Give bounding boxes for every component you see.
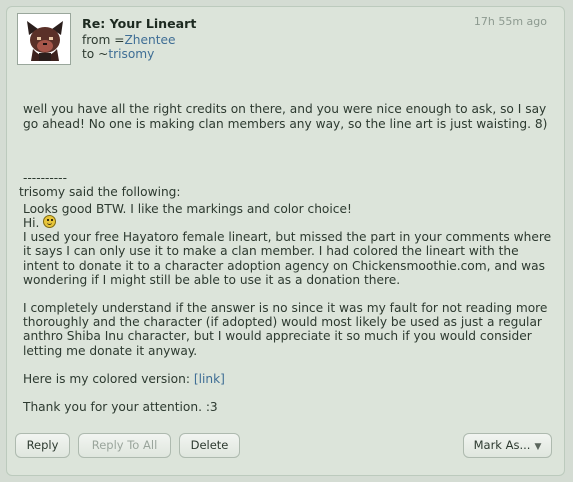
message-body: well you have all the right credits on t… [23, 74, 553, 230]
quoted-header: trisomy said the following: [19, 185, 181, 200]
separator-line: ---------- [23, 171, 67, 185]
colored-version-link[interactable]: [link] [194, 372, 225, 386]
from-user-link[interactable]: Zhentee [124, 33, 175, 47]
to-prefix: to ~ [82, 47, 109, 61]
body-paragraph: Looks good BTW. I like the markings and … [23, 201, 352, 216]
delete-button[interactable]: Delete [179, 433, 240, 458]
quote-paragraph: I used your free Hayatoro female lineart… [23, 230, 552, 287]
quote-separator-block: ---------- trisomy said the following: [19, 171, 549, 199]
chevron-down-icon: ▼ [534, 442, 542, 452]
to-user-link[interactable]: trisomy [108, 47, 154, 61]
message-subject: Re: Your Lineart [82, 16, 197, 31]
avatar[interactable] [17, 13, 71, 65]
mark-as-label: Mark As... [473, 438, 531, 452]
avatar-icon [23, 19, 67, 61]
smiley-icon [43, 215, 57, 228]
quote-greeting: Hi. [23, 216, 40, 230]
quote-paragraph: Thank you for your attention. :3 [23, 400, 218, 415]
reply-all-button[interactable]: Reply To All [78, 433, 171, 458]
from-line: from =Zhentee [82, 33, 176, 47]
quote-paragraph: Here is my colored version: [23, 371, 194, 386]
message-timestamp: 17h 55m ago [473, 15, 547, 28]
to-line: to ~trisomy [82, 47, 154, 61]
quoted-message: Hi. I used your free Hayatoro female lin… [23, 215, 555, 414]
reply-button[interactable]: Reply [15, 433, 70, 458]
from-prefix: from = [82, 33, 125, 47]
quote-paragraph: I completely understand if the answer is… [23, 301, 548, 358]
mark-as-dropdown[interactable]: Mark As... ▼ [463, 433, 552, 458]
body-paragraph: well you have all the right credits on t… [23, 102, 551, 131]
